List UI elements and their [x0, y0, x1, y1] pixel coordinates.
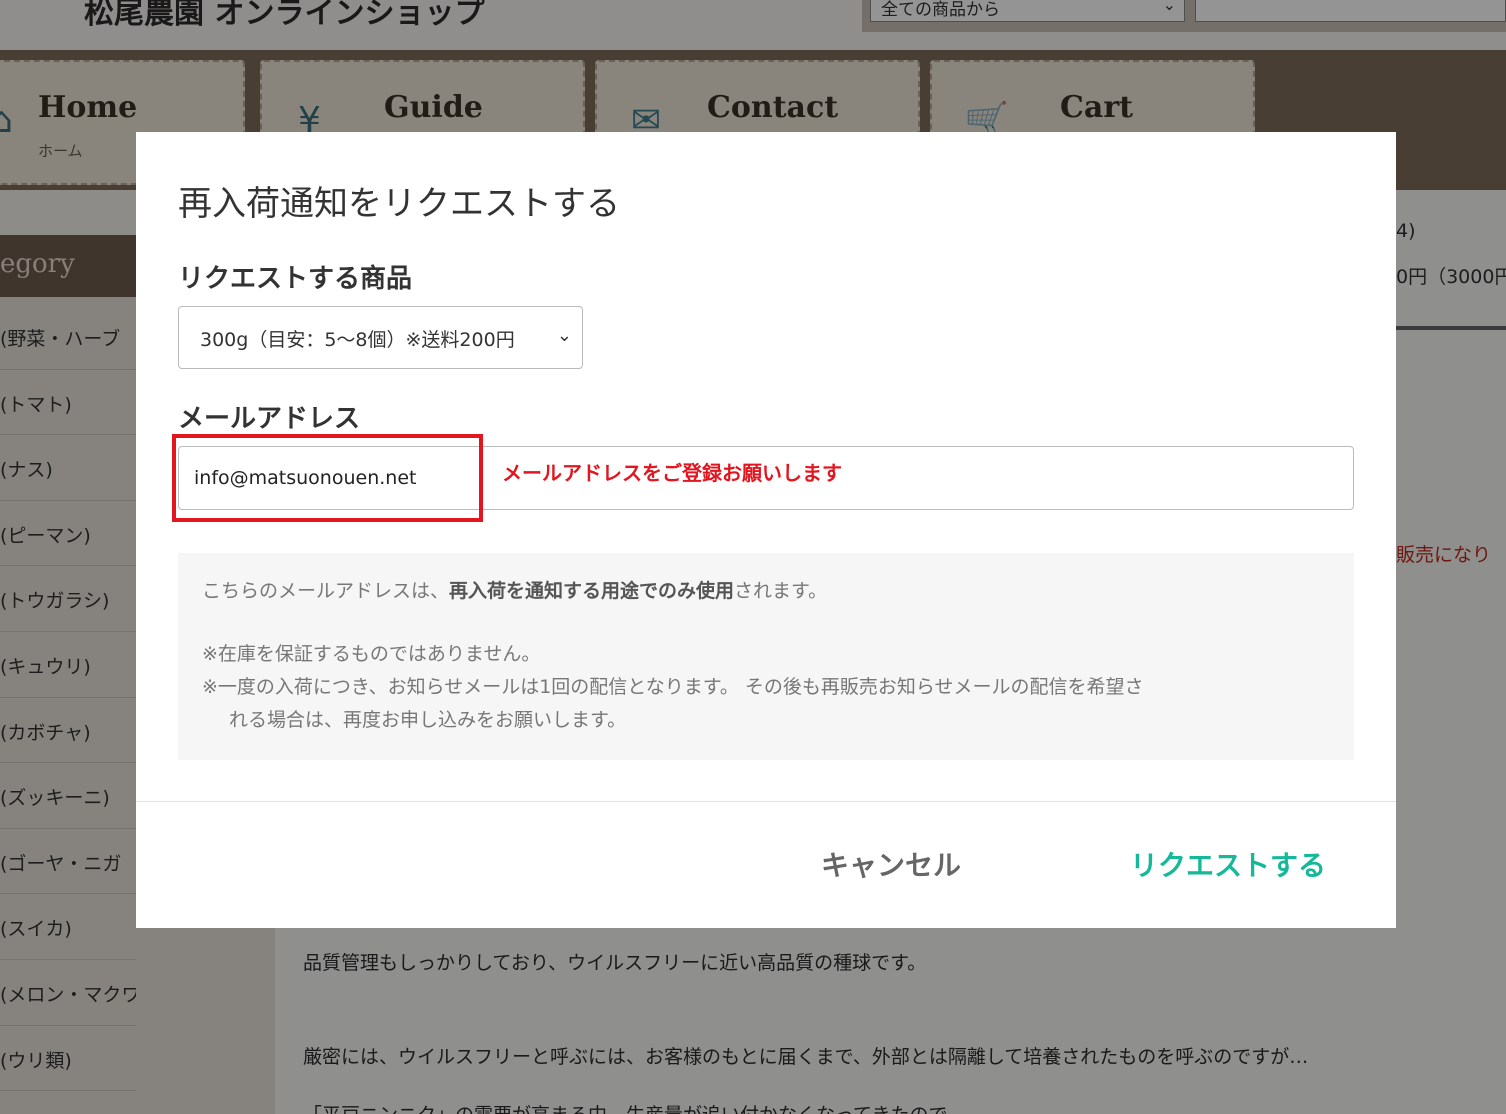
chevron-down-icon: ⌄: [556, 325, 572, 346]
annotation-highlight-box: [172, 434, 483, 522]
annotation-text: メールアドレスをご登録お願いします: [502, 461, 842, 485]
product-variant-value: 300g（目安：5〜8個）※送料200円: [200, 329, 515, 351]
cancel-button[interactable]: キャンセル: [821, 844, 961, 884]
email-field-label: メールアドレス: [178, 404, 361, 434]
notice-line: れる場合は、再度お申し込みをお願いします。: [229, 709, 627, 731]
modal-title: 再入荷通知をリクエストする: [178, 184, 620, 224]
notice-line: ※一度の入荷につき、お知らせメールは1回の配信となります。 その後も再販売お知ら…: [202, 676, 1144, 698]
modal-footer-divider: [136, 801, 1396, 802]
product-field-label: リクエストする商品: [178, 264, 413, 294]
submit-request-button[interactable]: リクエストする: [1130, 844, 1326, 884]
restock-request-modal: 再入荷通知をリクエストする リクエストする商品 300g（目安：5〜8個）※送料…: [136, 132, 1396, 928]
notice-emphasis: 再入荷を通知する用途でのみ使用: [449, 580, 735, 602]
notice-line: ※在庫を保証するものではありません。: [202, 643, 541, 665]
notice-text: こちらのメールアドレスは、: [202, 580, 450, 602]
notice-box: こちらのメールアドレスは、再入荷を通知する用途でのみ使用されます。 ※在庫を保証…: [178, 553, 1354, 760]
notice-line: こちらのメールアドレスは、再入荷を通知する用途でのみ使用されます。: [202, 575, 1354, 608]
product-variant-select[interactable]: 300g（目安：5〜8個）※送料200円 ⌄: [178, 306, 583, 369]
notice-text: されます。: [734, 580, 828, 602]
